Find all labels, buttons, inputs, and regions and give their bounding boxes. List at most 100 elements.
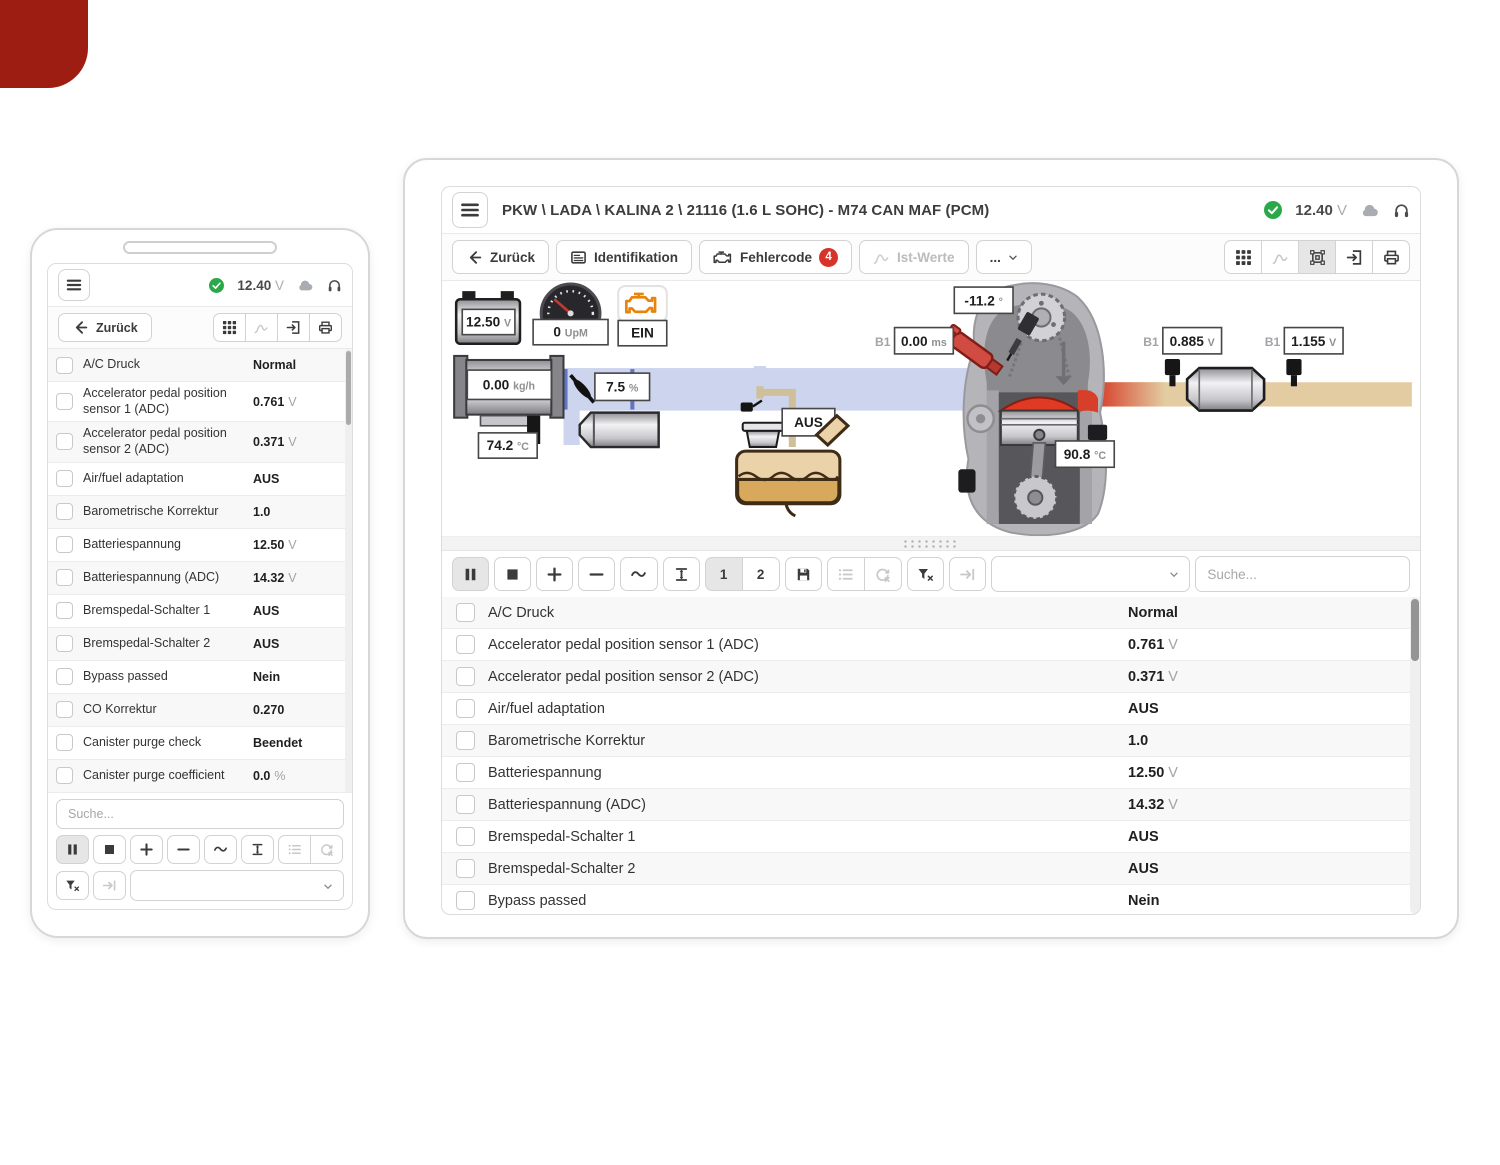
row-checkbox[interactable] [456, 731, 475, 751]
import-icon [1346, 249, 1361, 265]
headset-icon[interactable] [1393, 202, 1410, 219]
phone-scrollbar[interactable] [345, 349, 352, 793]
row-checkbox[interactable] [56, 503, 73, 520]
row-checkbox[interactable] [456, 603, 475, 623]
row-checkbox[interactable] [56, 569, 73, 586]
table-row: Canister purge coefficient 0.0% [48, 759, 352, 793]
row-checkbox[interactable] [456, 795, 475, 815]
row-checkbox[interactable] [56, 356, 73, 374]
lambda-post-sensor[interactable]: B1 1.155 V [1265, 326, 1344, 387]
scale-button[interactable] [241, 835, 274, 864]
row-checkbox[interactable] [56, 433, 73, 451]
zoom-out-button[interactable] [167, 835, 200, 864]
card-icon [571, 250, 586, 264]
zoom-in-button[interactable] [536, 557, 574, 592]
row-checkbox[interactable] [456, 667, 475, 687]
smoothing-button[interactable] [620, 557, 658, 592]
row-checkbox[interactable] [56, 602, 73, 619]
grid-view-button[interactable] [1224, 240, 1262, 274]
ignition-advance-label[interactable]: -11.2 ° [953, 286, 1014, 315]
grid-icon [222, 320, 237, 335]
pause-icon [68, 844, 77, 855]
page-1-button[interactable]: 1 [704, 557, 743, 592]
row-checkbox[interactable] [56, 734, 73, 751]
table-row: A/C Druck Normal [442, 597, 1420, 630]
import-button[interactable] [277, 313, 310, 342]
tablet-scrollbar[interactable] [1410, 597, 1420, 914]
mil-indicator[interactable]: EIN [617, 285, 668, 347]
print-button[interactable] [1372, 240, 1410, 274]
select-list-button[interactable] [278, 835, 311, 864]
headset-icon[interactable] [327, 278, 342, 293]
back-button[interactable]: Zurück [58, 313, 152, 342]
row-checkbox[interactable] [456, 635, 475, 655]
ibeam-icon [675, 567, 687, 581]
phone-bottom-controls [48, 793, 352, 909]
back-button[interactable]: Zurück [452, 240, 550, 274]
smoothing-button[interactable] [204, 835, 237, 864]
reset-button[interactable] [310, 835, 343, 864]
import-button[interactable] [1335, 240, 1373, 274]
row-checkbox[interactable] [56, 393, 73, 411]
row-checkbox[interactable] [56, 767, 73, 784]
search-input[interactable] [1195, 556, 1411, 593]
row-checkbox[interactable] [56, 635, 73, 652]
save-button[interactable] [784, 557, 822, 592]
grid-view-button[interactable] [213, 313, 246, 342]
coolant-temp-label[interactable]: 90.8 °C [1054, 440, 1116, 469]
tablet-scrollbar-thumb[interactable] [1411, 599, 1419, 662]
phone-scrollbar-thumb[interactable] [346, 351, 351, 425]
menu-button[interactable] [58, 269, 90, 301]
search-input[interactable] [56, 799, 344, 829]
go-to-button[interactable] [93, 871, 126, 900]
row-checkbox[interactable] [456, 859, 475, 879]
splitter[interactable] [442, 537, 1420, 552]
print-button[interactable] [309, 313, 342, 342]
zoom-out-button[interactable] [578, 557, 616, 592]
diagram-select-icon [1309, 249, 1325, 265]
zoom-in-button[interactable] [130, 835, 163, 864]
svg-text:1.155 V: 1.155 V [1291, 334, 1337, 349]
svg-text:74.2 °C: 74.2 °C [487, 438, 530, 453]
row-checkbox[interactable] [456, 891, 475, 911]
menu-button[interactable] [452, 192, 488, 228]
battery[interactable]: 12.50 V [454, 291, 522, 346]
clear-filter-button[interactable] [56, 871, 89, 900]
row-name: Bremspedal-Schalter 2 [488, 860, 636, 877]
curve-icon [1272, 253, 1287, 264]
row-name: Batteriespannung [488, 764, 602, 781]
row-checkbox[interactable] [456, 699, 475, 719]
table-row: A/C Druck Normal [48, 349, 352, 382]
group-select[interactable] [130, 870, 344, 901]
chart-view-button[interactable] [1261, 240, 1299, 274]
row-name: Accelerator pedal position sensor 1 (ADC… [83, 386, 227, 416]
page-2-button[interactable]: 2 [741, 557, 780, 592]
stop-button[interactable] [93, 835, 126, 864]
row-value: 0.0% [253, 768, 286, 783]
row-checkbox[interactable] [56, 668, 73, 685]
live-data-button[interactable]: Ist-Werte [859, 240, 969, 274]
rpm-gauge[interactable]: 0 UpM [532, 282, 609, 346]
row-checkbox[interactable] [456, 827, 475, 847]
row-checkbox[interactable] [56, 470, 73, 487]
maf-sensor[interactable]: 0.00 kg/h 74.2 °C [453, 354, 565, 459]
more-button[interactable]: ... [975, 240, 1032, 274]
row-checkbox[interactable] [56, 701, 73, 718]
injection-time-label[interactable]: B1 0.00 ms [875, 326, 955, 355]
group-select[interactable] [990, 556, 1191, 593]
row-checkbox[interactable] [56, 536, 73, 553]
chart-view-button[interactable] [245, 313, 278, 342]
fault-codes-button[interactable]: Fehlercode 4 [699, 240, 853, 274]
pause-button[interactable] [56, 835, 89, 864]
scale-button[interactable] [662, 557, 700, 592]
pause-button[interactable] [452, 557, 490, 592]
row-value: Beendet [253, 735, 303, 750]
select-list-button[interactable] [826, 557, 865, 592]
reset-button[interactable] [863, 557, 902, 592]
go-to-button[interactable] [948, 557, 986, 592]
clear-filter-button[interactable] [906, 557, 944, 592]
identification-button[interactable]: Identifikation [556, 240, 693, 274]
row-checkbox[interactable] [456, 763, 475, 783]
diagram-view-button[interactable] [1298, 240, 1336, 274]
stop-button[interactable] [494, 557, 532, 592]
